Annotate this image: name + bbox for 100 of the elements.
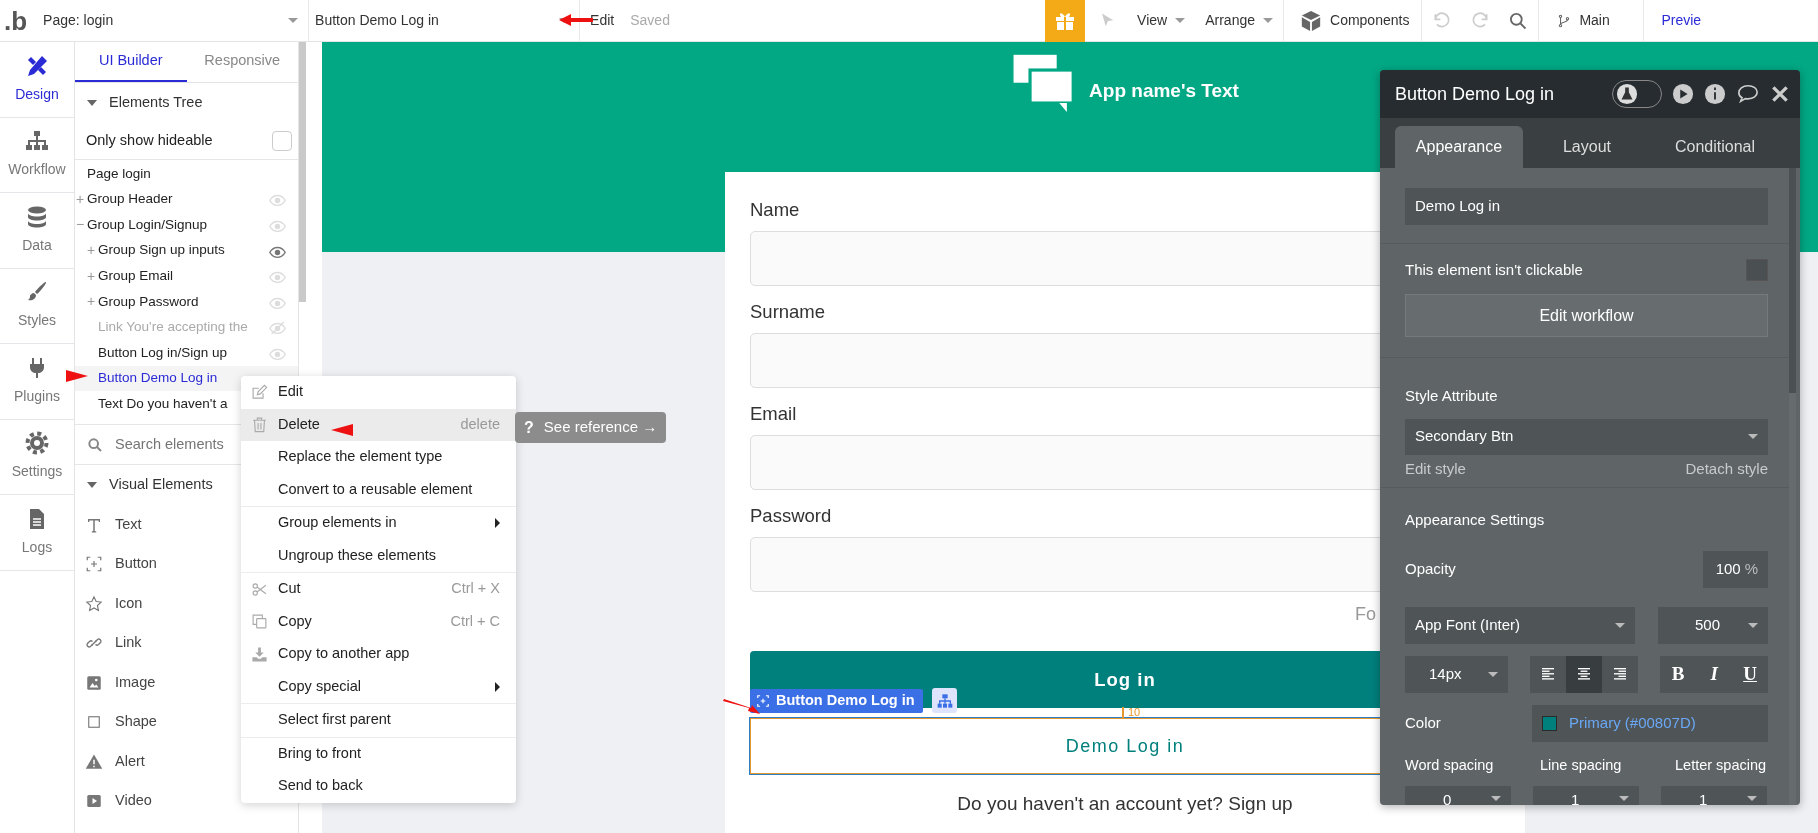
- field-label: Opacity: [1405, 558, 1456, 579]
- pointer-arrow: [331, 424, 353, 436]
- sidebar-tab[interactable]: Design: [0, 42, 74, 118]
- tree-item[interactable]: + Group Email: [75, 263, 298, 289]
- pointer-arrow: [723, 699, 760, 715]
- play-icon[interactable]: [1672, 83, 1694, 105]
- branch-selector[interactable]: Main: [1557, 10, 1610, 31]
- field-label: Line spacing: [1540, 755, 1623, 775]
- collapse-caret-icon[interactable]: [87, 482, 97, 488]
- sidebar-tab[interactable]: Logs: [0, 495, 74, 571]
- tree-item[interactable]: Page login: [75, 161, 298, 187]
- panel-tab[interactable]: UI Builder: [75, 42, 187, 82]
- menu-item[interactable]: Convert to a reusable element: [241, 473, 516, 506]
- hierarchy-button[interactable]: [932, 688, 957, 713]
- field-label: Name: [750, 198, 800, 222]
- submenu-caret-icon: [495, 518, 500, 529]
- menu-item[interactable]: Select first parent: [241, 704, 516, 737]
- copy-icon: [251, 613, 268, 631]
- database-icon: [25, 204, 49, 229]
- panel-title: Button Demo Log in: [1395, 82, 1556, 106]
- sidebar-tab[interactable]: Styles: [0, 268, 74, 344]
- menu-item[interactable]: Cut Ctrl + X: [241, 573, 516, 606]
- dashed-plus-square-icon: [756, 694, 770, 708]
- weight-dropdown[interactable]: 500: [1658, 606, 1768, 644]
- section-heading: Elements Tree: [109, 93, 203, 113]
- detach-style-link[interactable]: Detach style: [1685, 457, 1768, 480]
- pointer-arrow: [66, 370, 88, 382]
- app-title: App name's Text: [1089, 79, 1239, 103]
- tree-item[interactable]: − Group Login/Signup: [75, 212, 298, 238]
- clickable-label: This element isn't clickable: [1405, 259, 1583, 280]
- opacity-field[interactable]: 100 %: [1703, 550, 1768, 588]
- sidebar-tab[interactable]: Data: [0, 193, 74, 269]
- menu-item[interactable]: Ungroup these elements: [241, 539, 516, 572]
- edit-style-link[interactable]: Edit style: [1405, 457, 1466, 480]
- section-heading: Appearance Settings: [1405, 510, 1546, 530]
- menu-item[interactable]: Copy to another app: [241, 638, 516, 671]
- text-input-field[interactable]: Demo Log in: [1405, 188, 1768, 225]
- preview-link[interactable]: Previe: [1661, 12, 1702, 28]
- menu-item[interactable]: Delete delete: [241, 408, 516, 441]
- pencil-ruler-icon: [25, 53, 49, 78]
- spacing-dropdown[interactable]: 1: [1661, 786, 1767, 805]
- tree-item[interactable]: + Group Sign up inputs: [75, 237, 298, 264]
- tree-item[interactable]: + Group Password: [75, 288, 298, 315]
- hierarchy-icon: [936, 692, 953, 709]
- sidebar-tab[interactable]: Settings: [0, 419, 74, 495]
- size-dropdown[interactable]: 14px: [1405, 655, 1509, 693]
- edit-workflow-button[interactable]: Edit workflow: [1405, 294, 1768, 337]
- font-dropdown[interactable]: App Font (Inter): [1405, 606, 1635, 644]
- menu-item[interactable]: Group elements in: [241, 507, 516, 540]
- submenu-caret-icon: [495, 681, 500, 692]
- signup-link[interactable]: Sign up: [1228, 793, 1293, 814]
- text-style-button[interactable]: I: [1696, 655, 1733, 693]
- tree-item[interactable]: + Group Header: [75, 186, 298, 213]
- text-style-button[interactable]: U: [1732, 655, 1769, 693]
- align-button[interactable]: [1566, 655, 1603, 693]
- field-label: Style Attribute: [1405, 386, 1499, 406]
- field-label: Password: [750, 504, 832, 528]
- components-button[interactable]: Components: [1300, 9, 1410, 32]
- logo[interactable]: .b: [4, 7, 28, 34]
- text-style-button[interactable]: B: [1660, 655, 1697, 693]
- info-icon[interactable]: [1704, 83, 1726, 105]
- menu-item[interactable]: Send to back: [241, 770, 516, 803]
- gear-icon: [25, 431, 49, 456]
- trash-icon: [251, 416, 268, 434]
- spacing-dropdown[interactable]: 0: [1405, 786, 1511, 805]
- search-icon[interactable]: [1508, 10, 1529, 31]
- style-dropdown[interactable]: Secondary Btn: [1405, 418, 1768, 455]
- collapse-caret-icon[interactable]: [87, 100, 97, 106]
- field-label: Email: [750, 402, 797, 426]
- pointer-arrow: [559, 14, 593, 26]
- flask-icon: [1616, 83, 1638, 105]
- page-dropdown[interactable]: Page: login: [33, 0, 310, 42]
- panel-tab[interactable]: Layout: [1523, 126, 1651, 168]
- comment-icon[interactable]: [1736, 83, 1760, 105]
- sidebar-tab[interactable]: Workflow: [0, 117, 74, 193]
- hideable-filter-label: Only show hideable: [86, 131, 213, 151]
- field-label: Letter spacing: [1675, 755, 1768, 775]
- menu-item[interactable]: Copy special: [241, 670, 516, 703]
- edit-icon: [251, 383, 268, 401]
- panel-tab[interactable]: Responsive: [186, 42, 298, 82]
- close-icon[interactable]: [1770, 84, 1790, 104]
- panel-tab[interactable]: Appearance: [1395, 126, 1523, 168]
- search-icon: [87, 436, 103, 453]
- field-label: Surname: [750, 300, 826, 324]
- save-status: Saved: [630, 11, 670, 30]
- arrange-menu[interactable]: Arrange: [1205, 10, 1273, 31]
- field-label: Word spacing: [1405, 755, 1495, 775]
- view-menu[interactable]: View: [1137, 10, 1186, 31]
- panel-tab[interactable]: Conditional: [1651, 126, 1779, 168]
- spacing-dropdown[interactable]: 1: [1533, 786, 1639, 805]
- selection-badge[interactable]: Button Demo Log in: [750, 689, 923, 713]
- cube-icon: [1300, 9, 1322, 32]
- dashed-plus-square-icon: [85, 555, 103, 574]
- menu-item[interactable]: Copy Ctrl + C: [241, 605, 516, 638]
- menu-item[interactable]: Bring to front: [241, 737, 516, 770]
- section-heading: Visual Elements: [109, 475, 213, 495]
- picture-icon: [85, 673, 103, 692]
- scrollbar-thumb[interactable]: [299, 42, 306, 302]
- scrollbar[interactable]: [1789, 168, 1796, 805]
- tree-item[interactable]: Button Log in/Sign up: [75, 340, 298, 366]
